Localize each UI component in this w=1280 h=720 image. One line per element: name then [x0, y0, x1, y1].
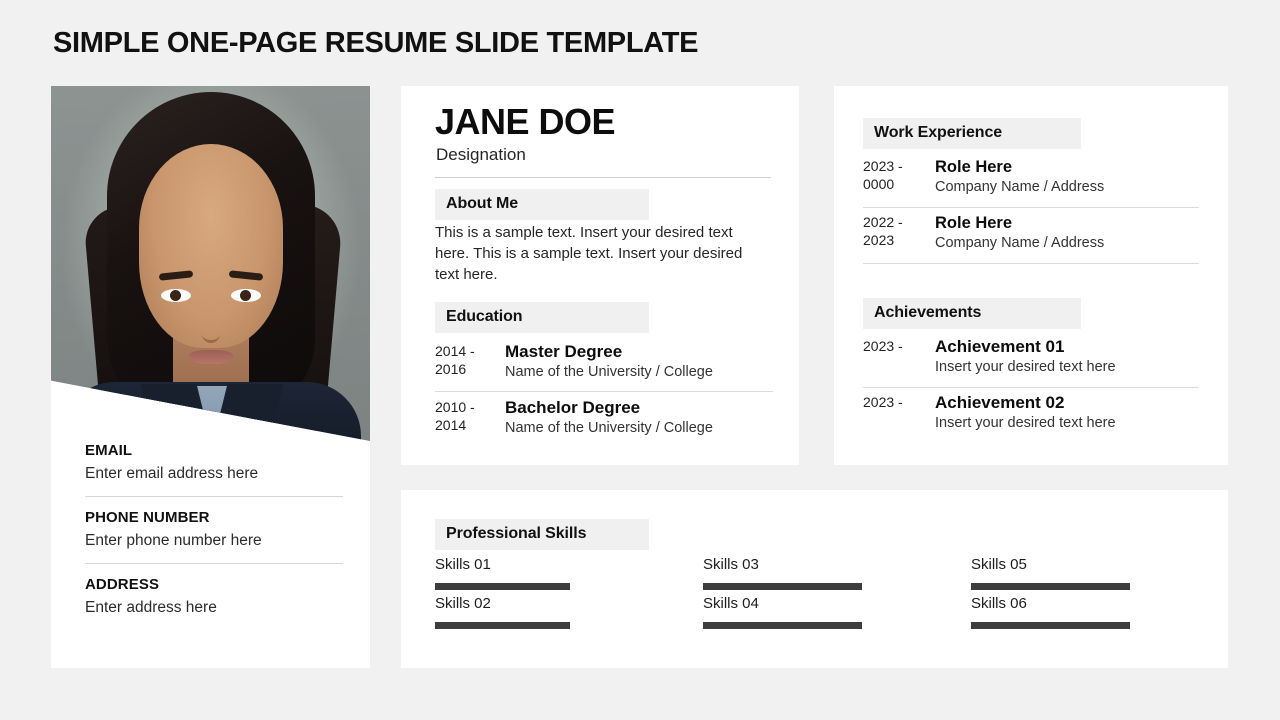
list-item: 2023 - Achievement 02 Insert your desire…	[863, 387, 1199, 443]
header-divider	[435, 177, 771, 178]
skill-bar	[971, 622, 1130, 629]
skill-label: Skills 02	[435, 595, 491, 612]
education-heading: Education	[435, 302, 649, 333]
skill-item: Skills 01	[435, 556, 703, 595]
contact-label: PHONE NUMBER	[85, 509, 210, 526]
skill-item: Skills 04	[703, 595, 971, 634]
contact-value[interactable]: Enter email address here	[85, 465, 343, 483]
work-experience-list: 2023 - 0000 Role Here Company Name / Add…	[863, 152, 1199, 264]
skill-bar	[703, 622, 862, 629]
entry-title: Role Here	[935, 158, 1013, 176]
skill-item: Skills 02	[435, 595, 703, 634]
skill-label: Skills 05	[971, 556, 1027, 573]
profile-card: EMAIL Enter email address here PHONE NUM…	[51, 86, 370, 668]
about-me-text: This is a sample text. Insert your desir…	[435, 224, 743, 283]
portrait-eye-left	[160, 289, 191, 302]
candidate-designation: Designation	[436, 145, 526, 164]
candidate-name: JANE DOE	[435, 101, 616, 142]
entry-body: Achievement 01 Insert your desired text …	[935, 337, 1199, 377]
list-item: 2010 - 2014 Bachelor Degree Name of the …	[435, 391, 773, 447]
portrait-iris-right	[240, 290, 251, 301]
skill-item: Skills 03	[703, 556, 971, 595]
entry-date: 2023 -	[863, 394, 903, 410]
entry-title: Achievement 02	[935, 393, 1065, 412]
skill-label: Skills 01	[435, 556, 491, 573]
entry-date: 2010 - 2014	[435, 399, 475, 433]
portrait-brow-left	[158, 270, 193, 281]
contact-value[interactable]: Enter address here	[85, 599, 343, 617]
entry-date: 2023 - 0000	[863, 158, 903, 192]
skills-grid: Skills 01 Skills 03 Skills 05 Skills 02 …	[435, 556, 1200, 634]
skill-item: Skills 06	[971, 595, 1200, 634]
entry-body: Achievement 02 Insert your desired text …	[935, 393, 1199, 433]
list-item: 2022 - 2023 Role Here Company Name / Add…	[863, 207, 1199, 264]
profile-photo	[51, 86, 370, 441]
experience-card: Work Experience 2023 - 0000 Role Here Co…	[834, 86, 1228, 465]
entry-title: Master Degree	[505, 342, 623, 361]
photo-backdrop	[51, 86, 370, 441]
skill-label: Skills 06	[971, 595, 1027, 612]
entry-body: Role Here Company Name / Address	[935, 157, 1199, 197]
entry-subtitle: Insert your desired text here	[935, 415, 1116, 431]
skill-bar	[703, 583, 862, 590]
achievements-heading: Achievements	[863, 298, 1081, 329]
summary-card: JANE DOE Designation About Me This is a …	[401, 86, 799, 465]
contact-item-address: ADDRESS Enter address here	[85, 563, 343, 630]
contact-value[interactable]: Enter phone number here	[85, 532, 343, 550]
entry-title: Bachelor Degree	[505, 398, 641, 417]
contact-list: EMAIL Enter email address here PHONE NUM…	[85, 430, 343, 630]
achievements-list: 2023 - Achievement 01 Insert your desire…	[863, 332, 1199, 443]
contact-label: EMAIL	[85, 442, 133, 459]
entry-body: Bachelor Degree Name of the University /…	[505, 398, 773, 438]
page-title: SIMPLE ONE-PAGE RESUME SLIDE TEMPLATE	[53, 27, 699, 59]
portrait-iris-left	[170, 290, 181, 301]
skill-bar	[971, 583, 1130, 590]
portrait-brow-right	[228, 270, 263, 281]
skill-label: Skills 03	[703, 556, 759, 573]
entry-subtitle: Name of the University / College	[505, 364, 713, 380]
skill-label: Skills 04	[703, 595, 759, 612]
skills-card: Professional Skills Skills 01 Skills 03 …	[401, 490, 1228, 668]
entry-date: 2022 - 2023	[863, 214, 903, 248]
contact-item-phone: PHONE NUMBER Enter phone number here	[85, 496, 343, 563]
portrait-eye-right	[230, 289, 261, 302]
about-me-heading: About Me	[435, 189, 649, 220]
entry-body: Role Here Company Name / Address	[935, 213, 1199, 253]
list-item: 2014 - 2016 Master Degree Name of the Un…	[435, 336, 773, 391]
entry-date: 2023 -	[863, 338, 903, 354]
entry-body: Master Degree Name of the University / C…	[505, 342, 773, 382]
portrait-mouth	[188, 350, 233, 364]
list-item: 2023 - 0000 Role Here Company Name / Add…	[863, 152, 1199, 207]
entry-subtitle: Company Name / Address	[935, 179, 1105, 195]
contact-label: ADDRESS	[85, 576, 160, 593]
education-list: 2014 - 2016 Master Degree Name of the Un…	[435, 336, 773, 447]
portrait-face	[138, 144, 283, 364]
portrait-nose	[201, 312, 220, 343]
entry-subtitle: Name of the University / College	[505, 420, 713, 436]
skill-bar	[435, 622, 570, 629]
work-experience-heading: Work Experience	[863, 118, 1081, 149]
skill-item: Skills 05	[971, 556, 1200, 595]
entry-title: Achievement 01	[935, 337, 1065, 356]
list-item: 2023 - Achievement 01 Insert your desire…	[863, 332, 1199, 387]
entry-title: Role Here	[935, 214, 1013, 232]
entry-subtitle: Company Name / Address	[935, 235, 1105, 251]
skill-bar	[435, 583, 570, 590]
entry-subtitle: Insert your desired text here	[935, 359, 1116, 375]
professional-skills-heading: Professional Skills	[435, 519, 649, 550]
entry-date: 2014 - 2016	[435, 343, 475, 377]
contact-item-email: EMAIL Enter email address here	[85, 430, 343, 496]
